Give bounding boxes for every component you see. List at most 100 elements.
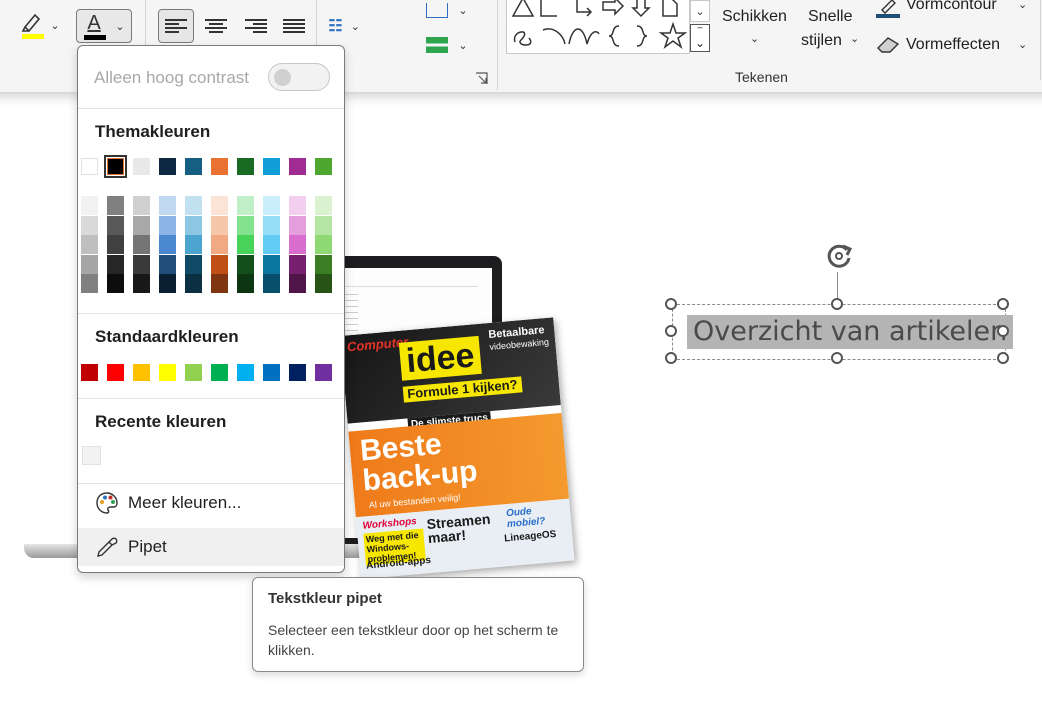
standard-color-swatch[interactable] <box>133 364 150 381</box>
recent-color-swatch[interactable] <box>82 446 101 465</box>
theme-shade-swatch[interactable] <box>289 274 306 293</box>
theme-shade-swatch[interactable] <box>263 196 280 215</box>
theme-shade-swatch[interactable] <box>237 215 254 235</box>
theme-shade-swatch[interactable] <box>263 235 280 254</box>
theme-shade-swatch[interactable] <box>185 215 202 235</box>
theme-shade-swatch[interactable] <box>159 254 176 274</box>
theme-shade-swatch[interactable] <box>263 254 280 274</box>
chevron-down-icon[interactable]: ⌄ <box>458 4 467 17</box>
theme-shade-swatch[interactable] <box>107 235 124 254</box>
theme-shade-swatch[interactable] <box>107 274 124 293</box>
theme-color-swatch[interactable] <box>159 158 176 175</box>
theme-shade-swatch[interactable] <box>263 274 280 293</box>
theme-shade-swatch[interactable] <box>133 196 150 215</box>
standard-color-swatch[interactable] <box>81 364 98 381</box>
theme-shade-swatch[interactable] <box>211 196 228 215</box>
convert-smartart-button[interactable]: ⌄ <box>422 32 472 58</box>
theme-shade-swatch[interactable] <box>159 274 176 293</box>
theme-shade-swatch[interactable] <box>315 215 332 235</box>
theme-shade-swatch[interactable] <box>81 215 98 235</box>
theme-shade-swatch[interactable] <box>315 254 332 274</box>
theme-shade-swatch[interactable] <box>315 274 332 293</box>
resize-handle[interactable] <box>831 298 843 310</box>
standard-color-swatch[interactable] <box>159 364 176 381</box>
theme-shade-swatch[interactable] <box>237 196 254 215</box>
align-center-button[interactable] <box>198 9 234 43</box>
theme-color-swatch[interactable] <box>81 158 98 175</box>
resize-handle[interactable] <box>997 352 1009 364</box>
high-contrast-toggle[interactable] <box>268 63 330 91</box>
theme-shade-swatch[interactable] <box>211 235 228 254</box>
theme-shade-swatch[interactable] <box>133 254 150 274</box>
font-color-button[interactable]: A ⌄ <box>76 9 132 43</box>
theme-shade-swatch[interactable] <box>185 254 202 274</box>
theme-shade-swatch[interactable] <box>289 235 306 254</box>
eyedropper-item[interactable]: Pipet <box>78 528 344 566</box>
standard-color-swatch[interactable] <box>289 364 306 381</box>
theme-shade-swatch[interactable] <box>185 196 202 215</box>
title-text[interactable]: Overzicht van artikelen <box>687 315 1014 349</box>
theme-shade-swatch[interactable] <box>159 235 176 254</box>
chevron-down-icon[interactable]: ⌄ <box>50 19 59 32</box>
theme-shade-swatch[interactable] <box>81 196 98 215</box>
chevron-down-icon[interactable]: ⌄ <box>458 39 467 52</box>
resize-handle[interactable] <box>997 325 1009 337</box>
theme-shade-swatch[interactable] <box>159 215 176 235</box>
theme-shade-swatch[interactable] <box>185 235 202 254</box>
theme-shade-swatch[interactable] <box>133 274 150 293</box>
theme-color-swatch[interactable] <box>263 158 280 175</box>
theme-shade-swatch[interactable] <box>315 235 332 254</box>
theme-color-swatch[interactable] <box>104 155 127 178</box>
theme-color-swatch[interactable] <box>133 158 150 175</box>
standard-color-swatch[interactable] <box>107 364 124 381</box>
theme-color-swatch[interactable] <box>185 158 202 175</box>
theme-shade-swatch[interactable] <box>263 215 280 235</box>
gallery-more-button[interactable]: ‾ ⌄ <box>690 24 710 52</box>
standard-color-swatch[interactable] <box>185 364 202 381</box>
standard-color-swatch[interactable] <box>211 364 228 381</box>
theme-color-swatch[interactable] <box>211 158 228 175</box>
align-left-button[interactable] <box>158 9 194 43</box>
resize-handle[interactable] <box>997 298 1009 310</box>
rotate-icon[interactable] <box>823 240 855 272</box>
justify-button[interactable] <box>276 9 312 43</box>
shape-effects-button[interactable]: Vormeffecten ⌄ <box>874 34 1034 58</box>
theme-shade-swatch[interactable] <box>289 215 306 235</box>
align-text-button[interactable]: ⌄ <box>422 0 472 20</box>
theme-shade-swatch[interactable] <box>159 196 176 215</box>
chevron-down-icon[interactable]: ⌄ <box>351 20 360 33</box>
more-colors-item[interactable]: Meer kleuren... <box>78 484 344 522</box>
standard-color-swatch[interactable] <box>263 364 280 381</box>
theme-shade-swatch[interactable] <box>133 235 150 254</box>
theme-shade-swatch[interactable] <box>81 274 98 293</box>
theme-shade-swatch[interactable] <box>289 254 306 274</box>
theme-shade-swatch[interactable] <box>107 254 124 274</box>
theme-shade-swatch[interactable] <box>315 196 332 215</box>
shape-outline-button[interactable]: Vormcontour ⌄ <box>874 0 1034 22</box>
theme-shade-swatch[interactable] <box>81 235 98 254</box>
gallery-scroll-up[interactable]: ⌄ <box>690 0 710 22</box>
theme-shade-swatch[interactable] <box>237 254 254 274</box>
standard-color-swatch[interactable] <box>237 364 254 381</box>
align-right-button[interactable] <box>238 9 274 43</box>
theme-shade-swatch[interactable] <box>237 235 254 254</box>
theme-shade-swatch[interactable] <box>107 215 124 235</box>
chevron-down-icon[interactable]: ⌄ <box>115 20 124 33</box>
resize-handle[interactable] <box>665 298 677 310</box>
arrange-button[interactable]: Schikken ⌄ <box>718 6 796 52</box>
dialog-launcher-icon[interactable] <box>475 72 488 90</box>
theme-color-swatch[interactable] <box>315 158 332 175</box>
resize-handle[interactable] <box>665 325 677 337</box>
theme-shade-swatch[interactable] <box>211 215 228 235</box>
shapes-gallery[interactable] <box>506 0 690 54</box>
theme-shade-swatch[interactable] <box>107 196 124 215</box>
theme-color-swatch[interactable] <box>237 158 254 175</box>
quick-styles-button[interactable]: Snelle stijlen ⌄ <box>800 6 866 54</box>
resize-handle[interactable] <box>665 352 677 364</box>
columns-button[interactable]: ☷ ⌄ <box>320 9 368 43</box>
theme-shade-swatch[interactable] <box>211 274 228 293</box>
resize-handle[interactable] <box>831 352 843 364</box>
theme-shade-swatch[interactable] <box>237 274 254 293</box>
theme-shade-swatch[interactable] <box>185 274 202 293</box>
theme-shade-swatch[interactable] <box>289 196 306 215</box>
